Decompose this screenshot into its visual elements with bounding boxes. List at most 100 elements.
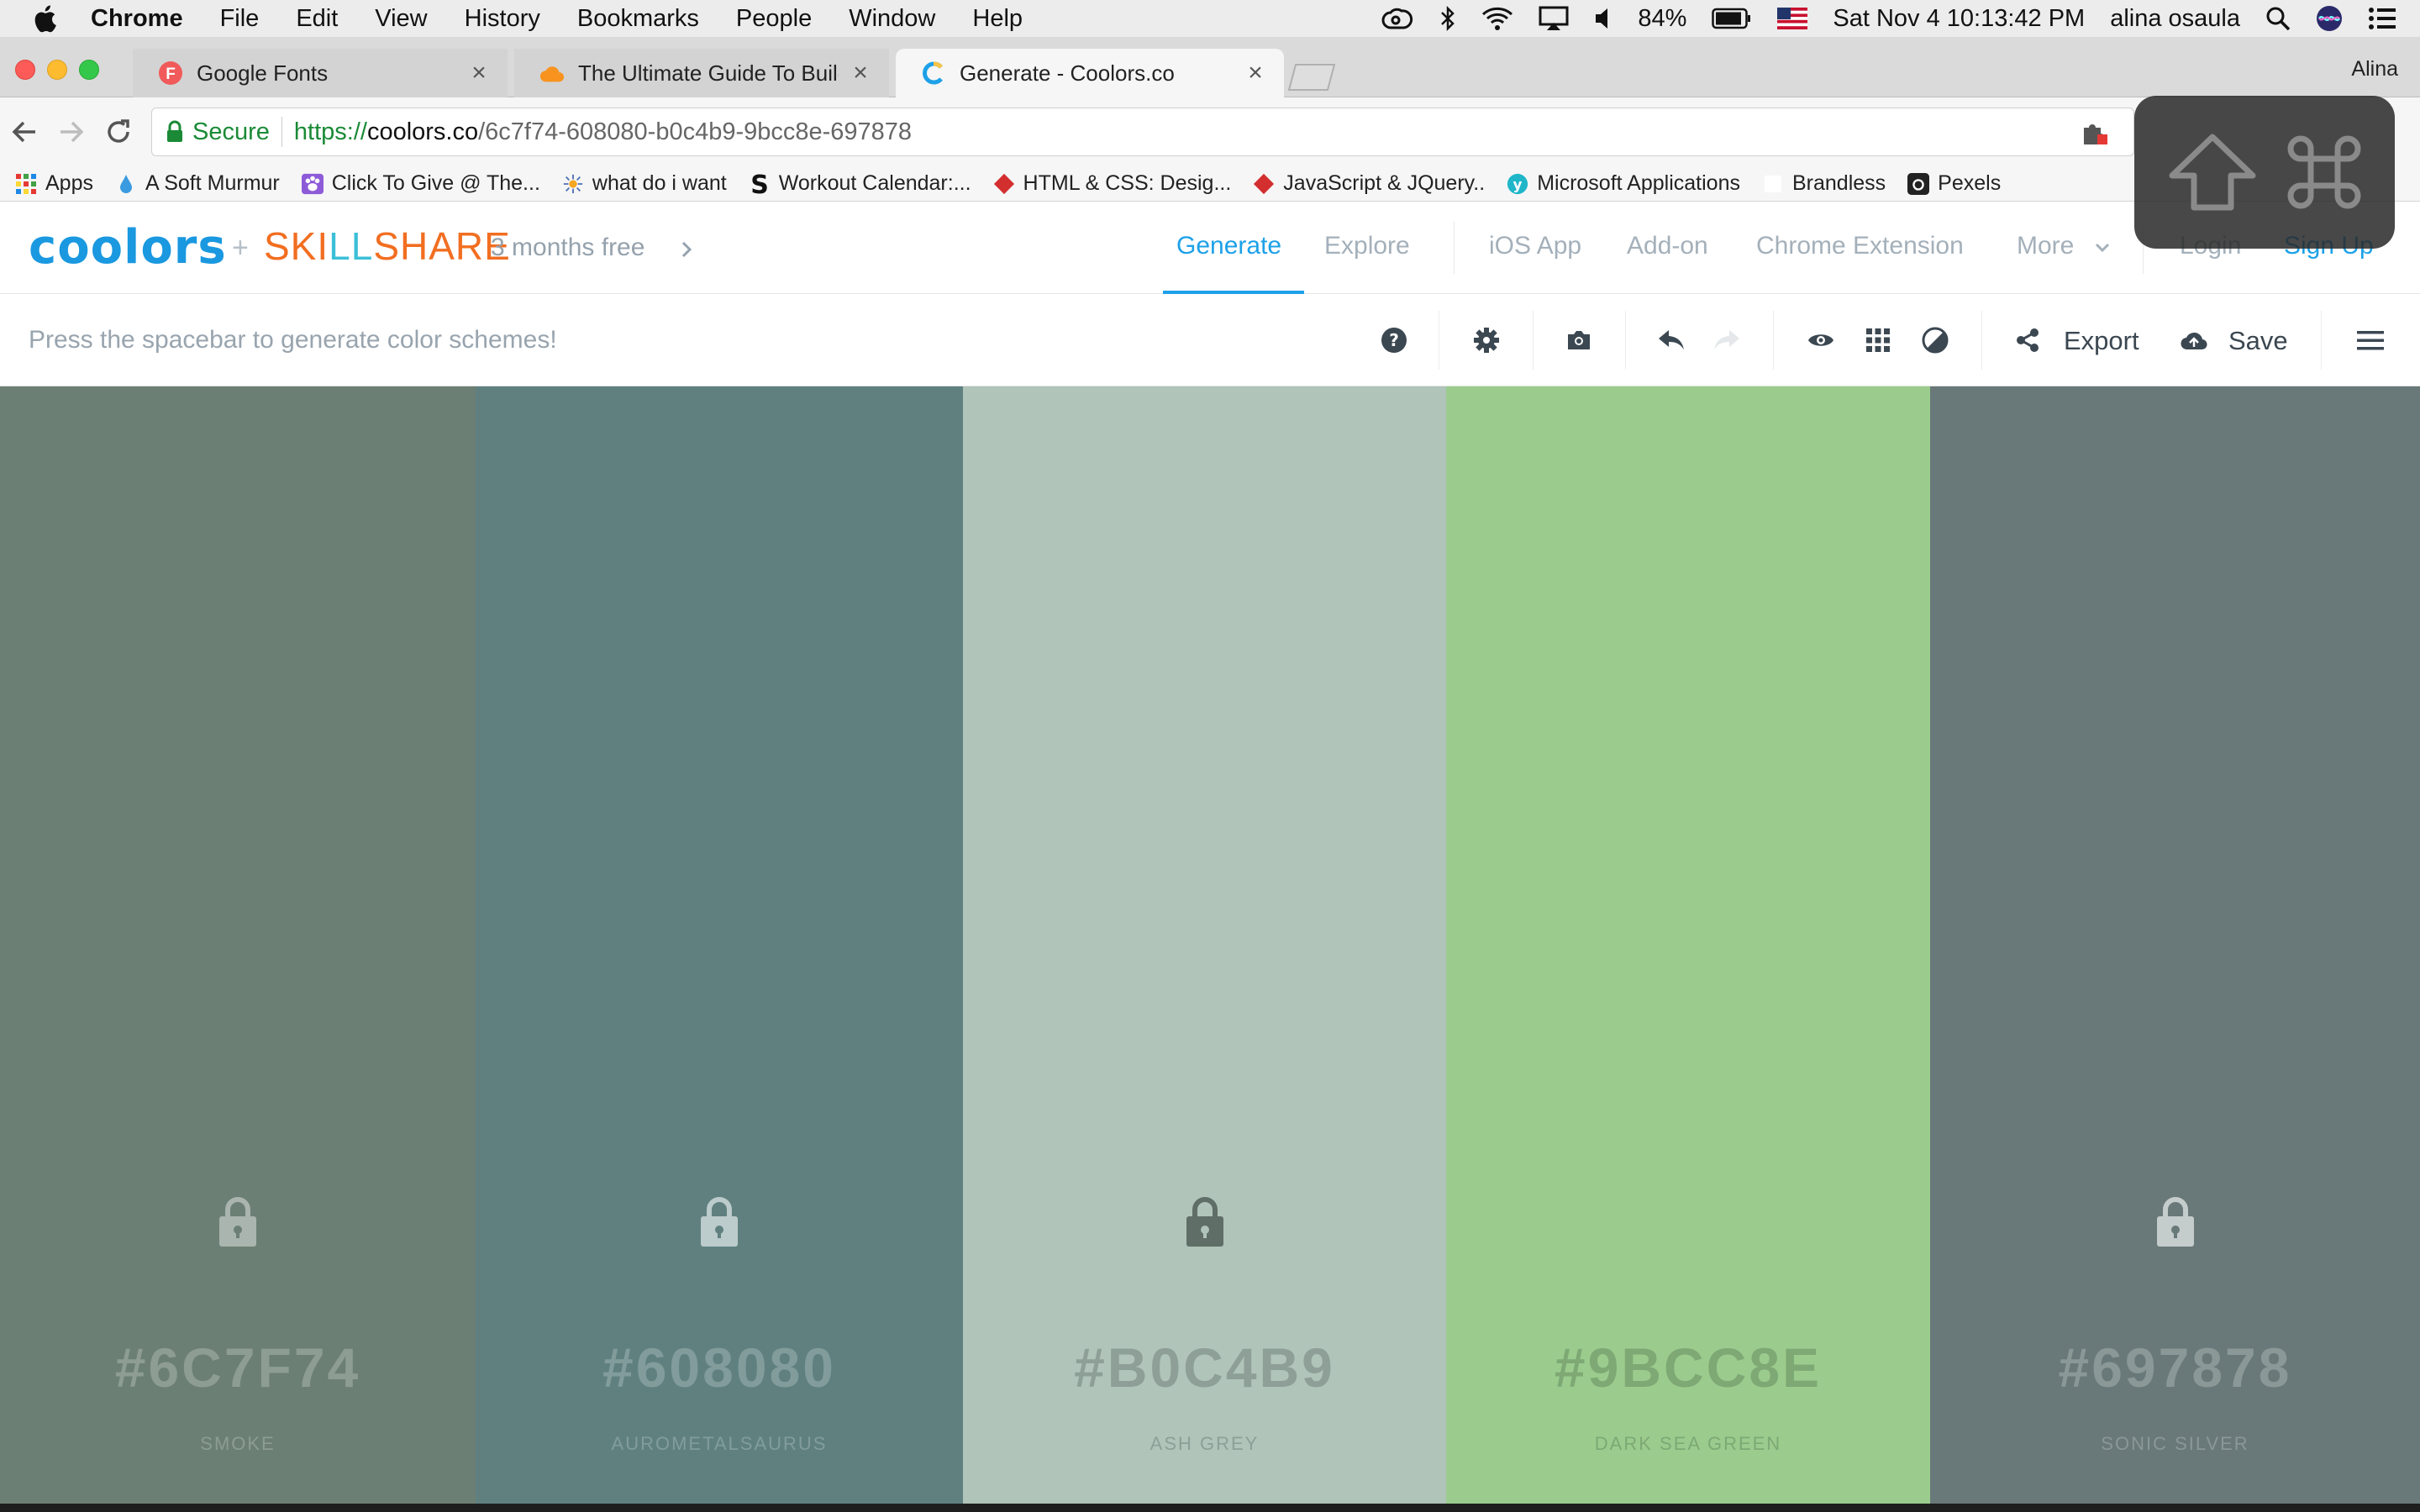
- color-swatch[interactable]: #6C7F74 SMOKE: [0, 386, 476, 1504]
- logo-plus: +: [232, 232, 249, 264]
- window-close-button[interactable]: [15, 60, 35, 80]
- bookmark-brandless[interactable]: Brandless: [1762, 171, 1886, 196]
- nav-chrome-extension[interactable]: Chrome Extension: [1756, 232, 1964, 260]
- creative-cloud-icon[interactable]: [1381, 6, 1414, 31]
- address-bar[interactable]: Secure https:// coolors.co /6c7f74-60808…: [151, 108, 2134, 156]
- share-icon[interactable]: [2012, 324, 2044, 356]
- bluetooth-icon[interactable]: [1439, 5, 1456, 32]
- menu-window[interactable]: Window: [849, 5, 935, 33]
- view-eye-icon[interactable]: [1805, 324, 1837, 356]
- lock-icon[interactable]: [1184, 1196, 1226, 1248]
- nav-explore[interactable]: Explore: [1324, 232, 1410, 260]
- help-icon[interactable]: ?: [1378, 324, 1410, 356]
- redo-icon[interactable]: [1711, 324, 1743, 356]
- svg-text:S: S: [750, 172, 769, 196]
- airplay-icon[interactable]: [1539, 6, 1569, 31]
- coolors-logo[interactable]: coolors: [29, 220, 227, 275]
- generator-toolbar: Press the spacebar to generate color sch…: [0, 294, 2420, 386]
- menu-datetime[interactable]: Sat Nov 4 10:13:42 PM: [1833, 5, 2085, 33]
- grid-view-icon[interactable]: [1862, 324, 1894, 356]
- profile-name[interactable]: Alina: [2351, 57, 2398, 81]
- command-key-icon: [2284, 132, 2365, 213]
- menu-bookmarks[interactable]: Bookmarks: [577, 5, 699, 33]
- color-swatch[interactable]: #608080 AUROMETALSAURUS: [476, 386, 963, 1504]
- tab-coolors-generate[interactable]: Generate - Coolors.co ×: [896, 49, 1284, 97]
- menu-people[interactable]: People: [736, 5, 812, 33]
- bookmark-javascript-jquery[interactable]: JavaScript & JQuery..: [1253, 171, 1485, 196]
- bookmark-label: Click To Give @ The...: [331, 171, 540, 195]
- bookmark-workout-calendar[interactable]: S Workout Calendar:...: [749, 171, 971, 196]
- lock-icon[interactable]: [1667, 1196, 1709, 1248]
- color-hex-code[interactable]: #6C7F74: [0, 1336, 476, 1399]
- window-minimize-button[interactable]: [47, 60, 67, 80]
- bookmark-microsoft-applications[interactable]: y Microsoft Applications: [1507, 171, 1740, 196]
- tab-close-icon[interactable]: ×: [852, 59, 869, 87]
- bookmark-apps[interactable]: Apps: [15, 171, 93, 196]
- paw-icon: [301, 173, 324, 195]
- spotlight-search-icon[interactable]: [2265, 6, 2291, 31]
- new-tab-button[interactable]: [1284, 62, 1338, 91]
- adjust-contrast-icon[interactable]: [1919, 324, 1951, 356]
- svg-text:?: ?: [1389, 330, 1399, 350]
- skillshare-logo[interactable]: SKILLSHARE: [264, 223, 511, 269]
- omnibox-divider: [281, 117, 282, 147]
- bookmark-a-soft-murmur[interactable]: A Soft Murmur: [115, 171, 280, 196]
- nav-add-on[interactable]: Add-on: [1627, 232, 1708, 260]
- nav-generate[interactable]: Generate: [1176, 232, 1281, 260]
- tab-close-icon[interactable]: ×: [471, 59, 487, 87]
- tab-close-icon[interactable]: ×: [1247, 59, 1264, 87]
- menu-username[interactable]: alina osaula: [2110, 5, 2240, 33]
- undo-icon[interactable]: [1655, 324, 1687, 356]
- save-button[interactable]: Save: [2228, 326, 2288, 356]
- menu-app-name[interactable]: Chrome: [91, 5, 183, 33]
- camera-image-icon[interactable]: [1563, 324, 1595, 356]
- bookmark-click-to-give[interactable]: Click To Give @ The...: [301, 171, 540, 196]
- reload-button[interactable]: [104, 118, 133, 146]
- nav-more[interactable]: More: [2017, 232, 2074, 260]
- color-hex-code[interactable]: #697878: [1930, 1336, 2420, 1399]
- color-swatch[interactable]: #9BCC8E DARK SEA GREEN: [1446, 386, 1930, 1504]
- export-button[interactable]: Export: [2064, 326, 2139, 356]
- bookmark-label: A Soft Murmur: [145, 171, 280, 195]
- cloud-upload-icon[interactable]: [2178, 324, 2210, 356]
- wifi-icon[interactable]: [1481, 6, 1513, 31]
- siri-icon[interactable]: [2316, 5, 2343, 32]
- tab-ultimate-guide[interactable]: The Ultimate Guide To Building ×: [514, 49, 889, 97]
- browser-toolbar: Secure https:// coolors.co /6c7f74-60808…: [0, 97, 2420, 166]
- toolbar-divider: [1533, 311, 1534, 370]
- bookmark-label: what do i want: [592, 171, 727, 195]
- us-flag-icon[interactable]: [1777, 8, 1808, 29]
- tab-google-fonts[interactable]: F Google Fonts ×: [133, 49, 508, 97]
- bookmark-pexels[interactable]: Pexels: [1907, 171, 2001, 196]
- window-zoom-button[interactable]: [79, 60, 99, 80]
- notification-center-icon[interactable]: [2368, 7, 2396, 30]
- color-swatch[interactable]: #697878 SONIC SILVER: [1930, 386, 2420, 1504]
- lock-secure-icon[interactable]: [166, 120, 184, 144]
- bookmark-label: HTML & CSS: Desig...: [1023, 171, 1232, 195]
- lock-icon[interactable]: [698, 1196, 740, 1248]
- extension-icon[interactable]: [2081, 118, 2109, 146]
- menu-edit[interactable]: Edit: [296, 5, 338, 33]
- menu-file[interactable]: File: [220, 5, 260, 33]
- hamburger-menu-icon[interactable]: [2354, 324, 2386, 356]
- bookmark-what-do-i-want[interactable]: what do i want: [562, 171, 727, 196]
- menu-help[interactable]: Help: [972, 5, 1023, 33]
- lock-icon[interactable]: [2154, 1196, 2196, 1248]
- nav-ios-app[interactable]: iOS App: [1489, 232, 1581, 260]
- promo-link[interactable]: 3 months free: [491, 234, 644, 262]
- apple-icon[interactable]: [32, 4, 60, 33]
- color-hex-code[interactable]: #608080: [476, 1336, 963, 1399]
- forward-button[interactable]: [57, 118, 86, 146]
- color-hex-code[interactable]: #9BCC8E: [1446, 1336, 1930, 1399]
- color-hex-code[interactable]: #B0C4B9: [963, 1336, 1446, 1399]
- volume-icon[interactable]: [1594, 7, 1612, 30]
- settings-gear-icon[interactable]: [1470, 324, 1502, 356]
- svg-text:y: y: [1513, 176, 1523, 192]
- bookmark-html-css[interactable]: HTML & CSS: Desig...: [993, 171, 1232, 196]
- back-button[interactable]: [10, 118, 39, 146]
- lock-icon[interactable]: [217, 1196, 259, 1248]
- battery-icon[interactable]: [1712, 8, 1752, 29]
- menu-view[interactable]: View: [375, 5, 427, 33]
- menu-history[interactable]: History: [465, 5, 540, 33]
- color-swatch[interactable]: #B0C4B9 ASH GREY: [963, 386, 1446, 1504]
